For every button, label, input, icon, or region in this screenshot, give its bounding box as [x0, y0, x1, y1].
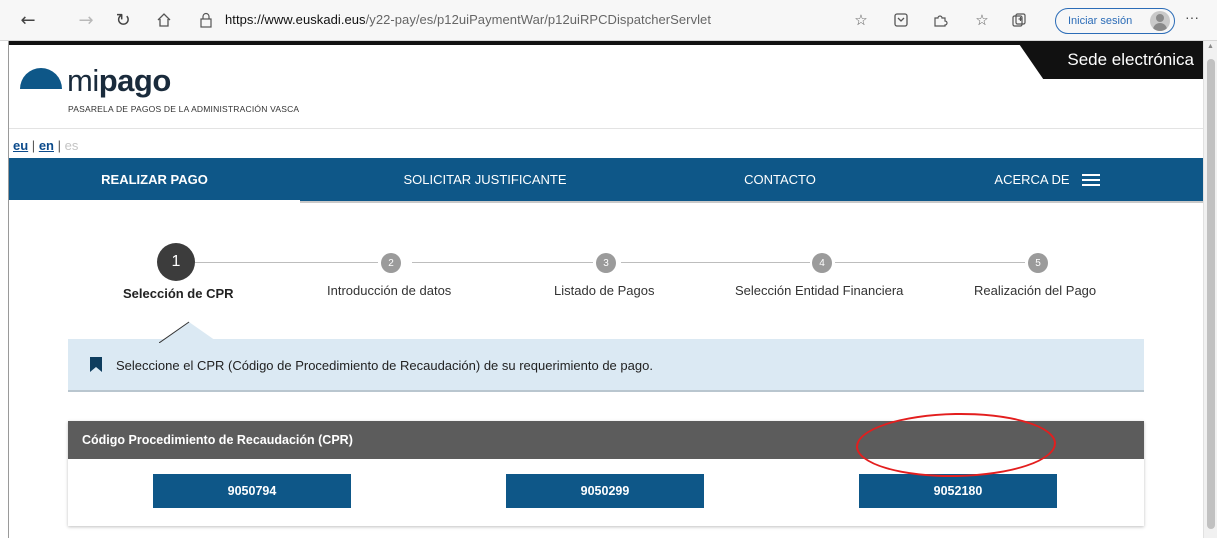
nav-label: SOLICITAR JUSTIFICANTE [403, 172, 567, 187]
step-4-circle: 4 [812, 253, 832, 273]
nav-acerca-de[interactable]: ACERCA DE [890, 158, 1203, 201]
cpr-option-button-highlighted[interactable]: 9052180 [859, 474, 1057, 508]
step-1-label: Selección de CPR [123, 286, 234, 301]
signin-button[interactable]: Iniciar sesión [1055, 8, 1175, 34]
mipago-logo-icon [20, 68, 62, 89]
nav-contacto[interactable]: CONTACTO [670, 158, 890, 201]
back-arrow-icon[interactable]: ← [16, 8, 40, 32]
step-connector [412, 262, 593, 263]
main-nav: REALIZAR PAGO SOLICITAR JUSTIFICANTE CON… [9, 158, 1203, 203]
lang-eu-link[interactable]: eu [13, 138, 28, 153]
hamburger-menu-icon[interactable] [1081, 173, 1100, 186]
logo-pago: pago [98, 63, 172, 98]
logo-text[interactable]: mipago [67, 64, 171, 98]
info-box-pointer [159, 321, 219, 343]
nav-solicitar-justificante[interactable]: SOLICITAR JUSTIFICANTE [300, 158, 670, 201]
lock-icon[interactable] [199, 12, 213, 28]
lang-en-link[interactable]: en [39, 138, 54, 153]
scroll-up-arrow-icon[interactable]: ▲ [1207, 43, 1214, 50]
cpr-option-button[interactable]: 9050794 [153, 474, 351, 508]
signin-label: Iniciar sesión [1068, 15, 1133, 27]
browser-toolbar: ← → ↻ https://www.euskadi.eus/y22-pay/es… [0, 0, 1217, 41]
step-connector [621, 262, 810, 263]
profile-icon [1150, 11, 1170, 31]
step-2-label: Introducción de datos [327, 283, 452, 298]
more-options-button[interactable]: ··· [1185, 9, 1199, 25]
header-divider [9, 128, 1203, 129]
nav-label: CONTACTO [744, 172, 816, 187]
favorites-icon[interactable]: ☆ [972, 10, 992, 30]
collections-icon[interactable] [1009, 10, 1029, 30]
lang-separator: | [31, 138, 36, 153]
bookmark-icon [90, 357, 102, 372]
home-icon[interactable] [152, 8, 176, 32]
extensions-icon[interactable] [930, 10, 950, 30]
logo-subtitle: PASARELA DE PAGOS DE LA ADMINISTRACIÓN V… [68, 104, 300, 114]
step-4-label: Selección Entidad Financiera [735, 283, 904, 298]
step-3-label: Listado de Pagos [554, 283, 655, 298]
lang-separator: | [57, 138, 61, 153]
favorite-add-icon[interactable]: ☆ [851, 10, 871, 30]
step-5-circle: 5 [1028, 253, 1048, 273]
step-connector [835, 262, 1025, 263]
nav-label: REALIZAR PAGO [101, 172, 208, 187]
reading-view-icon[interactable] [891, 10, 911, 30]
forward-arrow-icon[interactable]: → [74, 8, 98, 32]
lang-es-current: es [64, 138, 79, 153]
step-connector [195, 262, 378, 263]
scrollbar-thumb[interactable] [1207, 59, 1215, 529]
cpr-option-button[interactable]: 9050299 [506, 474, 704, 508]
sede-electronica-link[interactable]: Sede electrónica [1017, 41, 1203, 79]
info-message-text: Seleccione el CPR (Código de Procedimien… [116, 358, 653, 373]
nav-label: ACERCA DE [994, 172, 1070, 187]
address-bar[interactable]: https://www.euskadi.eus/y22-pay/es/p12ui… [225, 12, 711, 27]
step-2-circle: 2 [381, 253, 401, 273]
step-1-circle: 1 [157, 243, 195, 281]
logo-mi: mi [67, 63, 99, 98]
nav-realizar-pago[interactable]: REALIZAR PAGO [9, 158, 300, 203]
page-scrollbar[interactable]: ▲ [1203, 41, 1217, 538]
url-host: https://www.euskadi.eus [225, 12, 366, 27]
language-switcher: eu | en | es [13, 138, 78, 153]
step-5-label: Realización del Pago [974, 283, 1097, 298]
step-3-circle: 3 [596, 253, 616, 273]
refresh-icon[interactable]: ↻ [111, 8, 135, 32]
url-path: /y22-pay/es/p12uiPaymentWar/p12uiRPCDisp… [365, 12, 711, 27]
sede-label: Sede electrónica [1067, 50, 1194, 69]
